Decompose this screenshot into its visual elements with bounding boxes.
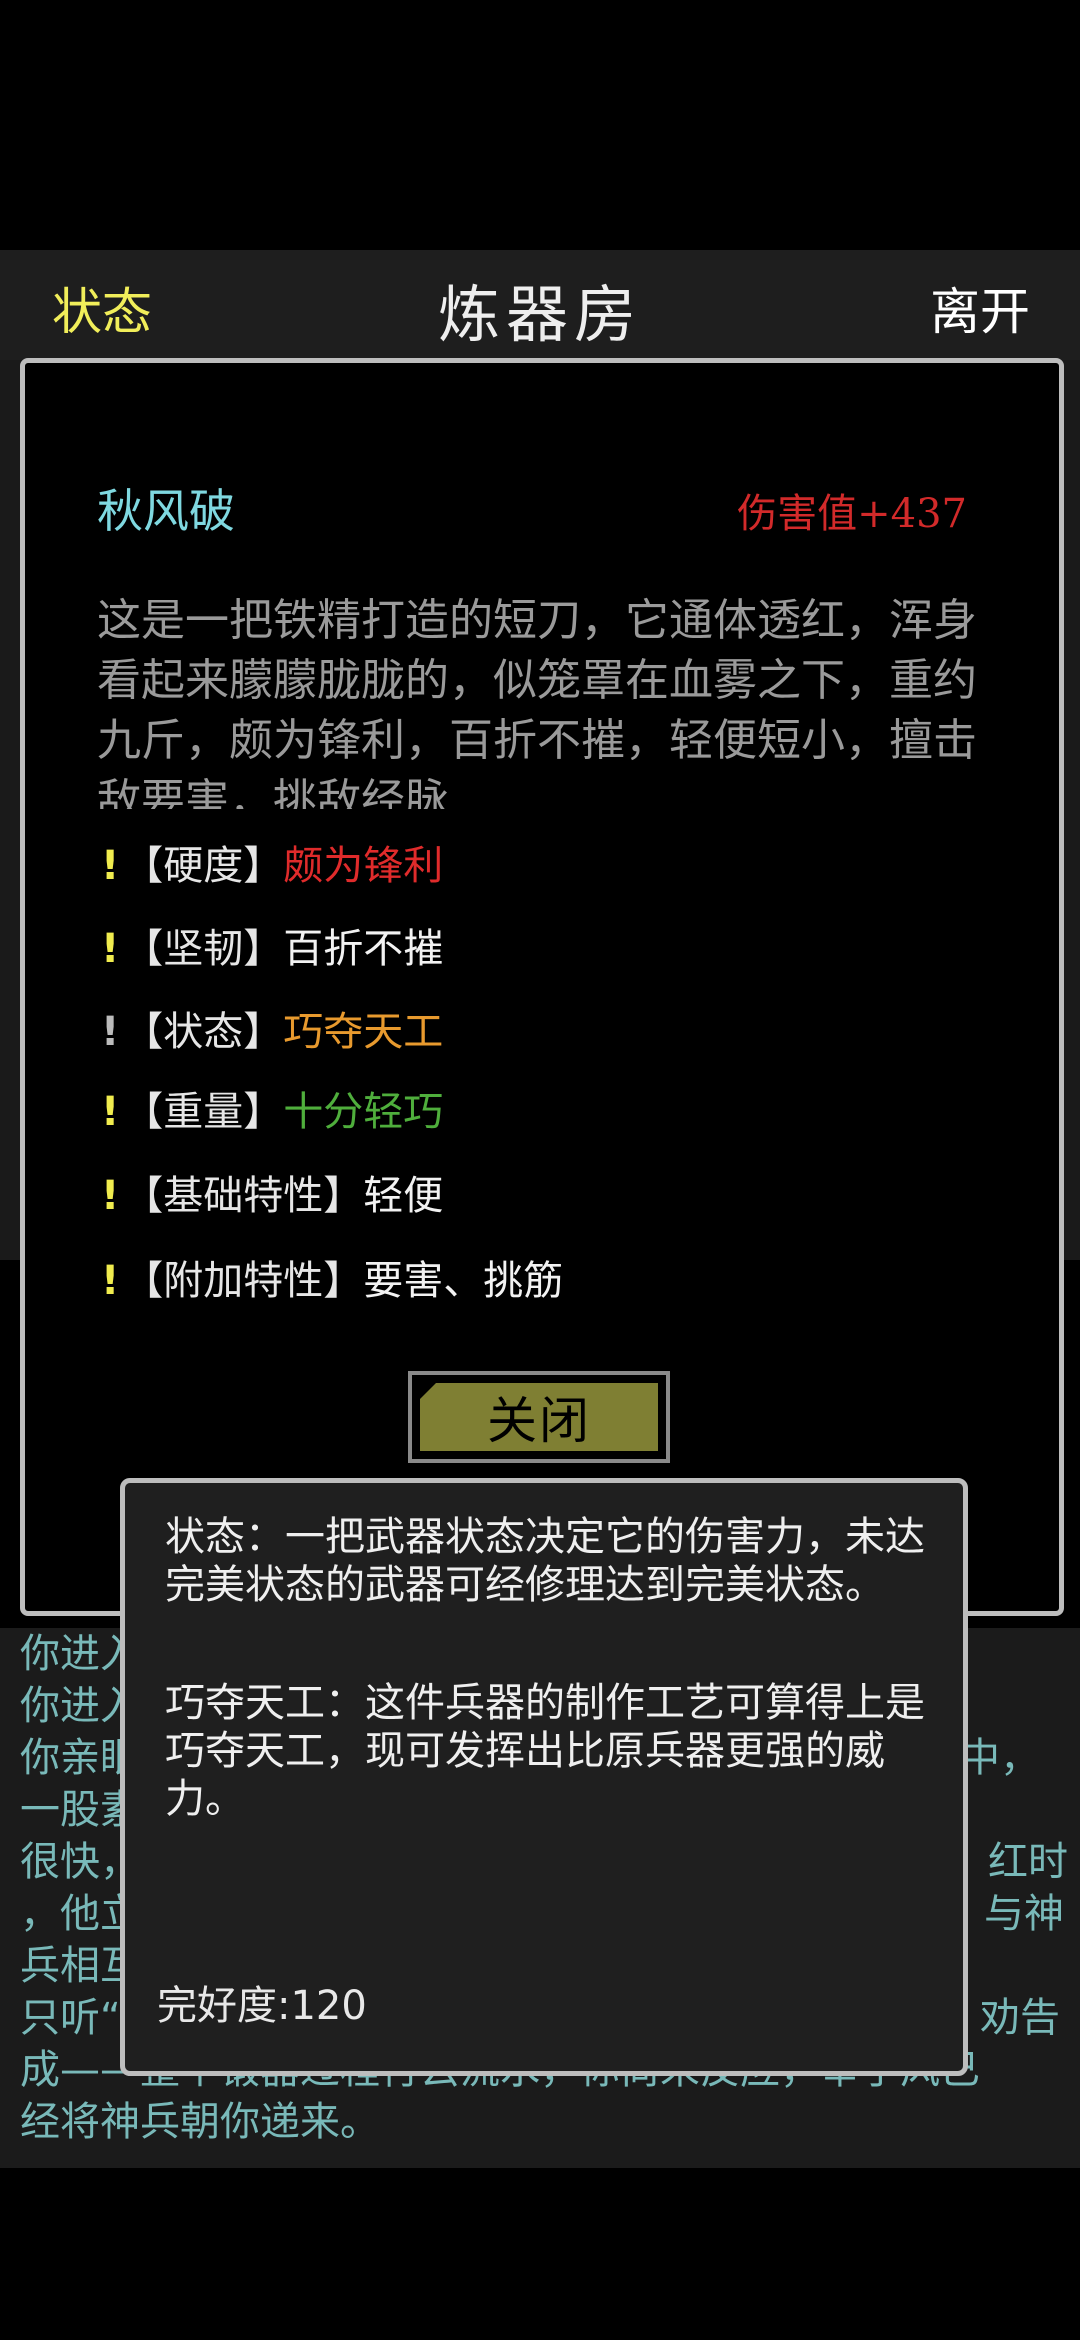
info-icon: ! [101, 1089, 120, 1135]
log-line-start: 只听“ [20, 1995, 121, 2041]
attr-label: 【硬度】 [123, 843, 284, 889]
attr-label: 【附加特性】 [123, 1258, 364, 1304]
attr-label: 【重量】 [123, 1089, 284, 1135]
attr-label: 【基础特性】 [123, 1173, 364, 1219]
close-button[interactable]: 关闭 [408, 1371, 670, 1463]
info-icon: ! [101, 926, 120, 972]
page-title: 炼器房 [437, 278, 642, 351]
attr-label: 【坚韧】 [123, 926, 284, 972]
log-line: 经将神兵朝你递来。 [20, 2099, 380, 2145]
attr-extra-trait[interactable]: ! 【附加特性】要害、挑筋 [101, 1248, 563, 1306]
info-icon: ! [101, 1258, 120, 1304]
header-bar: 状态 炼器房 离开 [0, 250, 1080, 360]
damage-value: 伤害值+437 [737, 491, 967, 537]
info-icon: ! [101, 1009, 120, 1055]
button-corner [420, 1383, 436, 1399]
attr-value: 轻便 [363, 1173, 444, 1219]
close-label: 关闭 [487, 1392, 591, 1450]
tooltip-status-text: 状态：一把武器状态决定它的伤害力，未达完美状态的武器可经修理达到完美状态。 [165, 1514, 925, 1608]
log-line-end: 劝告 [980, 1995, 1060, 2041]
attr-hardness[interactable]: ! 【硬度】颇为锋利 [101, 833, 443, 891]
log-line-end: 红时 [988, 1839, 1068, 1885]
tooltip-popup: 状态：一把武器状态决定它的伤害力，未达完美状态的武器可经修理达到完美状态。 巧夺… [120, 1478, 968, 2076]
log-line-end: 中， [960, 1735, 1040, 1781]
attr-value: 颇为锋利 [283, 843, 444, 889]
info-icon: ! [101, 843, 120, 889]
durability-value: 完好度:120 [157, 1983, 367, 2029]
info-icon: ! [101, 1173, 120, 1219]
attr-weight[interactable]: ! 【重量】十分轻巧 [101, 1079, 443, 1137]
item-name: 秋风破 [97, 484, 235, 538]
attr-label: 【状态】 [123, 1009, 284, 1055]
attr-value: 百折不摧 [283, 926, 444, 972]
item-description[interactable]: 这是一把铁精打造的短刀，它通体透红，浑身看起来朦朦胧胧的，似笼罩在血雾之下，重约… [97, 591, 1017, 809]
attr-base-trait[interactable]: ! 【基础特性】轻便 [101, 1163, 443, 1221]
close-button-face: 关闭 [420, 1383, 658, 1451]
attr-condition[interactable]: ! 【状态】巧夺天工 [101, 999, 443, 1057]
tooltip-condition-text: 巧夺天工：这件兵器的制作工艺可算得上是巧夺天工，现可发挥出比原兵器更强的威力。 [165, 1680, 925, 1822]
attr-value: 十分轻巧 [283, 1089, 444, 1135]
attr-toughness[interactable]: ! 【坚韧】百折不摧 [101, 916, 443, 974]
leave-button[interactable]: 离开 [930, 272, 1030, 344]
log-line-end: 与神 [984, 1891, 1064, 1937]
attr-value: 巧夺天工 [283, 1009, 444, 1055]
attr-value: 要害、挑筋 [363, 1258, 564, 1304]
